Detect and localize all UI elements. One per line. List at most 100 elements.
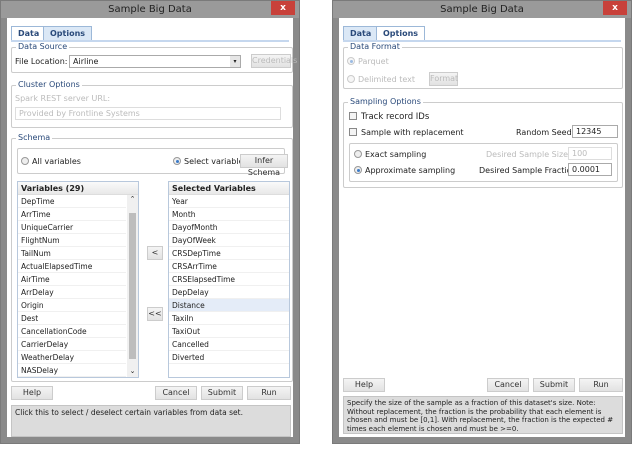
help-text-box: Click this to select / deselect certain … — [11, 405, 291, 437]
radio-selected-icon — [354, 166, 362, 174]
sample-size-label: Desired Sample Size: — [486, 150, 571, 159]
list-item[interactable]: CarrierDelay — [18, 338, 126, 351]
sample-big-data-dialog-data: Sample Big Data x Data Options Data Sourc… — [0, 0, 300, 444]
list-item[interactable]: CRSElapsedTime — [169, 273, 289, 286]
chevron-down-icon[interactable]: ▾ — [230, 56, 240, 67]
radio-selected-icon — [173, 157, 181, 165]
spark-url-input[interactable]: Provided by Frontline Systems — [15, 107, 281, 120]
list-item[interactable]: DayOfWeek — [169, 234, 289, 247]
tab-options[interactable]: Options — [43, 26, 93, 41]
parquet-label: Parquet — [358, 57, 389, 66]
title-bar: Sample Big Data x — [1, 1, 299, 18]
tab-options[interactable]: Options — [376, 26, 426, 41]
tab-data[interactable]: Data — [343, 26, 379, 41]
radio-icon — [347, 75, 355, 83]
list-item[interactable]: TailNum — [18, 247, 126, 260]
select-variables-radio[interactable]: Select variables — [173, 157, 248, 166]
track-record-ids-checkbox[interactable]: Track record IDs — [349, 112, 429, 122]
move-all-button[interactable]: << — [147, 307, 163, 321]
all-variables-label: All variables — [32, 157, 81, 166]
delimited-text-radio[interactable]: Delimited text — [347, 75, 415, 84]
close-icon[interactable]: x — [271, 1, 295, 15]
list-item[interactable]: TaxiOut — [169, 325, 289, 338]
list-item[interactable]: AirTime — [18, 273, 126, 286]
title-bar: Sample Big Data x — [333, 1, 631, 18]
list-item[interactable]: TaxiIn — [169, 312, 289, 325]
approximate-sampling-radio[interactable]: Approximate sampling — [354, 166, 455, 175]
list-item[interactable]: ArrDelay — [18, 286, 126, 299]
schema-legend: Schema — [16, 133, 53, 142]
exact-sampling-radio[interactable]: Exact sampling — [354, 150, 426, 159]
list-item[interactable]: FlightNum — [18, 234, 126, 247]
credentials-button[interactable]: Credentials — [251, 54, 297, 68]
scroll-thumb[interactable] — [129, 213, 136, 359]
scroll-down-icon[interactable]: ⌄ — [127, 367, 138, 375]
list-item[interactable]: DepTime — [18, 195, 126, 208]
submit-button[interactable]: Submit — [533, 378, 575, 392]
schema-group: Schema All variables Select variables In… — [11, 133, 293, 382]
exact-label: Exact sampling — [365, 150, 427, 159]
sample-size-input[interactable]: 100 — [568, 147, 612, 160]
list-item[interactable]: DepDelay — [169, 286, 289, 299]
list-item[interactable]: Dest — [18, 312, 126, 325]
sampling-mode-box: Exact sampling Desired Sample Size: 100 … — [349, 143, 618, 182]
scroll-up-icon[interactable]: ⌃ — [127, 195, 138, 203]
variables-scrollbar[interactable]: ⌃ ⌄ — [127, 195, 138, 377]
sample-fraction-label: Desired Sample Fraction: — [479, 166, 580, 175]
parquet-radio[interactable]: Parquet — [347, 57, 389, 66]
sample-fraction-input[interactable]: 0.0001 — [568, 163, 612, 176]
selected-variables-list[interactable]: Selected Variables Year Month DayofMonth Da… — [168, 181, 290, 378]
list-item[interactable]: DayofMonth — [169, 221, 289, 234]
radio-icon — [21, 157, 29, 165]
sample-big-data-dialog-options: Sample Big Data x Data Options Data Forma… — [332, 0, 632, 444]
format-button[interactable]: Format — [429, 72, 458, 86]
sampling-options-legend: Sampling Options — [348, 97, 423, 106]
file-location-label: File Location: — [15, 57, 68, 66]
cancel-button[interactable]: Cancel — [487, 378, 529, 392]
run-button[interactable]: Run — [247, 386, 291, 400]
random-seed-input[interactable]: 12345 — [572, 125, 618, 138]
list-item[interactable]: NASDelay — [18, 364, 126, 377]
variables-header: Variables (29) — [18, 182, 138, 195]
list-item[interactable]: UniqueCarrier — [18, 221, 126, 234]
list-item[interactable]: Distance — [169, 299, 289, 312]
window-title: Sample Big Data — [108, 4, 192, 15]
file-location-value: Airline — [73, 57, 99, 66]
run-button[interactable]: Run — [579, 378, 623, 392]
cluster-options-legend: Cluster Options — [16, 80, 82, 89]
tab-data[interactable]: Data — [11, 26, 47, 41]
all-variables-radio[interactable]: All variables — [21, 157, 81, 166]
list-item[interactable]: WeatherDelay — [18, 351, 126, 364]
help-text-box: Specify the size of the sample as a frac… — [343, 396, 623, 434]
schema-mode-box: All variables Select variables Infer Sch… — [17, 148, 288, 177]
sample-with-replacement-checkbox[interactable]: Sample with replacement — [349, 128, 464, 137]
checkbox-icon — [349, 112, 357, 120]
list-item[interactable]: ActualElapsedTime — [18, 260, 126, 273]
file-location-select[interactable]: Airline ▾ — [69, 55, 241, 68]
selected-variables-header: Selected Variables — [169, 182, 289, 195]
random-seed-label: Random Seed: — [516, 128, 575, 137]
help-button[interactable]: Help — [11, 386, 53, 400]
move-one-button[interactable]: < — [147, 246, 163, 260]
list-item[interactable]: CRSArrTime — [169, 260, 289, 273]
list-item[interactable]: CancellationCode — [18, 325, 126, 338]
delimited-label: Delimited text — [358, 75, 416, 84]
track-label: Track record IDs — [361, 112, 430, 122]
submit-button[interactable]: Submit — [201, 386, 243, 400]
list-item[interactable]: Month — [169, 208, 289, 221]
list-item[interactable]: Cancelled — [169, 338, 289, 351]
radio-icon — [354, 150, 362, 158]
variables-list[interactable]: Variables (29) DepTime ArrTime UniqueCarri… — [17, 181, 139, 378]
radio-selected-icon — [347, 57, 355, 65]
list-item[interactable]: ArrTime — [18, 208, 126, 221]
list-item[interactable]: Year — [169, 195, 289, 208]
infer-schema-button[interactable]: Infer Schema — [240, 154, 288, 177]
cancel-button[interactable]: Cancel — [155, 386, 197, 400]
list-item[interactable]: CRSDepTime — [169, 247, 289, 260]
list-item[interactable]: Origin — [18, 299, 126, 312]
data-source-legend: Data Source — [16, 42, 70, 51]
close-icon[interactable]: x — [603, 1, 627, 15]
help-button[interactable]: Help — [343, 378, 385, 392]
list-item[interactable]: Diverted — [169, 351, 289, 364]
approx-label: Approximate sampling — [365, 166, 456, 175]
